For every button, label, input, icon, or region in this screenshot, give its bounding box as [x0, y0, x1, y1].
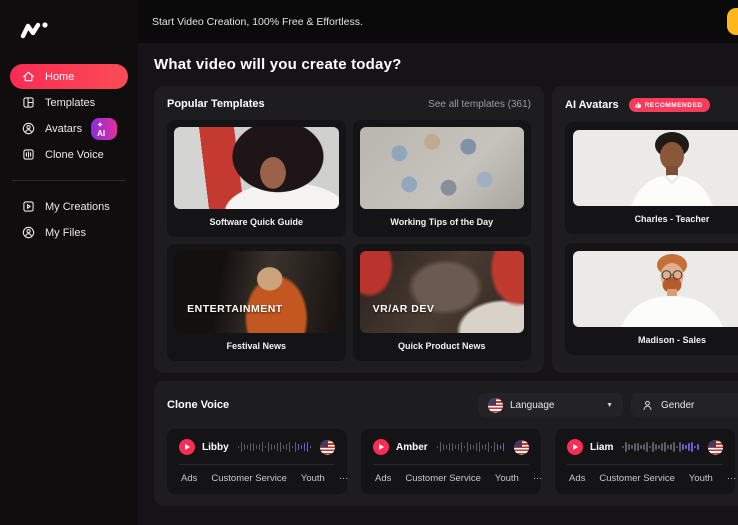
template-title: Working Tips of the Day — [360, 209, 525, 237]
templates-icon — [21, 95, 36, 110]
language-dropdown-label: Language — [510, 400, 555, 411]
play-button[interactable] — [373, 439, 389, 455]
thumbnail-overlay-text: ENTERTAINMENT — [187, 303, 283, 315]
voice-name: Libby — [202, 442, 229, 453]
template-card[interactable]: ENTERTAINMENT Festival News — [167, 244, 346, 361]
template-thumbnail-vr-headset: VR/AR DEV — [360, 251, 525, 333]
play-button[interactable] — [179, 439, 195, 455]
popular-templates-title: Popular Templates — [167, 98, 265, 110]
avatar-card[interactable]: Madison - Sales — [565, 243, 738, 355]
content: What video will you create today? Popula… — [138, 43, 738, 525]
sidebar-item-my-creations[interactable]: My Creations — [10, 194, 128, 219]
voice-tag[interactable]: Youth — [689, 473, 713, 484]
avatar-illustration — [573, 130, 738, 206]
my-files-icon — [21, 225, 36, 240]
logo-icon — [18, 17, 52, 43]
voice-waveform — [622, 440, 699, 454]
avatar-illustration — [573, 251, 738, 327]
person-icon — [641, 399, 654, 412]
sidebar-item-my-files[interactable]: My Files — [10, 220, 128, 245]
voice-tag[interactable]: Customer Service — [405, 473, 481, 484]
template-title: Software Quick Guide — [174, 209, 339, 237]
page-title: What video will you create today? — [154, 56, 738, 73]
app-logo — [18, 16, 138, 44]
clone-voice-icon — [21, 147, 36, 162]
more-tags-button[interactable]: ··· — [533, 473, 543, 484]
template-card[interactable]: Working Tips of the Day — [353, 120, 532, 237]
us-flag-icon — [320, 440, 335, 455]
upgrade-button[interactable] — [727, 8, 738, 35]
voice-waveform — [238, 440, 311, 454]
voice-tag[interactable]: Youth — [495, 473, 519, 484]
thumbnail-overlay-text: VR/AR DEV — [373, 303, 435, 315]
voice-card[interactable]: Amber Ads Customer Service Youth ··· — [361, 429, 541, 494]
avatar-photo-madison — [573, 251, 738, 327]
top-banner: Start Video Creation, 100% Free & Effort… — [138, 0, 738, 43]
sidebar-item-clone-voice[interactable]: Clone Voice — [10, 142, 128, 167]
sidebar-item-templates[interactable]: Templates — [10, 90, 128, 115]
clone-voice-panel: Clone Voice Language ▼ Gender — [154, 381, 738, 506]
sidebar-item-home[interactable]: Home — [10, 64, 128, 89]
voice-waveform — [437, 440, 505, 454]
sidebar-item-avatars[interactable]: Avatars AI — [10, 116, 128, 141]
voice-tag[interactable]: Ads — [181, 473, 197, 484]
ai-avatars-panel: AI Avatars RECOMMENDED — [552, 86, 738, 373]
sidebar-item-label: Home — [45, 71, 74, 83]
voice-name: Liam — [590, 442, 613, 453]
thumbs-up-icon — [634, 101, 642, 109]
avatar-name: Madison - Sales — [573, 327, 738, 355]
clone-voice-title: Clone Voice — [167, 399, 229, 411]
voice-tag[interactable]: Youth — [301, 473, 325, 484]
voice-card[interactable]: Liam Ads Customer Service Youth ··· — [555, 429, 735, 494]
template-thumbnail-group-meeting — [360, 127, 525, 209]
avatar-photo-charles — [573, 130, 738, 206]
home-icon — [21, 69, 36, 84]
popular-templates-panel: Popular Templates See all templates (361… — [154, 86, 544, 373]
avatars-icon — [21, 121, 36, 136]
avatar-name: Charles - Teacher — [573, 206, 738, 234]
main-area: Start Video Creation, 100% Free & Effort… — [138, 0, 738, 525]
us-flag-icon — [708, 440, 723, 455]
promo-text: Start Video Creation, 100% Free & Effort… — [152, 16, 363, 28]
us-flag-icon — [488, 398, 503, 413]
template-title: Festival News — [174, 333, 339, 361]
template-title: Quick Product News — [360, 333, 525, 361]
more-tags-button[interactable]: ··· — [339, 473, 349, 484]
template-thumbnail-woman-red-stripes — [174, 127, 339, 209]
voice-tag[interactable]: Ads — [569, 473, 585, 484]
voice-card[interactable]: Libby Ads Customer Service Youth ··· — [167, 429, 347, 494]
chevron-down-icon: ▼ — [606, 402, 613, 409]
voice-tag[interactable]: Ads — [375, 473, 391, 484]
gender-dropdown[interactable]: Gender — [631, 393, 738, 417]
voice-tag[interactable]: Customer Service — [599, 473, 675, 484]
template-card[interactable]: Software Quick Guide — [167, 120, 346, 237]
sidebar-item-label: Templates — [45, 97, 95, 109]
my-creations-icon — [21, 199, 36, 214]
sidebar-item-label: Clone Voice — [45, 149, 104, 161]
play-button[interactable] — [567, 439, 583, 455]
sidebar: Home Templates Avatars AI Clone Voice — [0, 0, 138, 525]
recommended-badge: RECOMMENDED — [629, 98, 711, 112]
see-all-templates-link[interactable]: See all templates (361) — [428, 99, 531, 110]
sidebar-item-label: My Creations — [45, 201, 110, 213]
template-card[interactable]: VR/AR DEV Quick Product News — [353, 244, 532, 361]
ai-badge: AI — [91, 118, 117, 140]
more-tags-button[interactable]: ··· — [727, 473, 737, 484]
voice-tag[interactable]: Customer Service — [211, 473, 287, 484]
sidebar-item-label: My Files — [45, 227, 86, 239]
gender-dropdown-label: Gender — [661, 400, 694, 411]
language-dropdown[interactable]: Language ▼ — [478, 393, 623, 417]
app-window: Home Templates Avatars AI Clone Voice — [0, 0, 738, 525]
template-thumbnail-entertainment: ENTERTAINMENT — [174, 251, 339, 333]
ai-avatars-title: AI Avatars — [565, 99, 619, 111]
sidebar-item-label: Avatars — [45, 123, 82, 135]
us-flag-icon — [514, 440, 529, 455]
avatar-card[interactable]: Charles - Teacher — [565, 122, 738, 234]
sidebar-divider — [12, 180, 126, 181]
voice-name: Amber — [396, 442, 428, 453]
recommended-badge-label: RECOMMENDED — [645, 102, 703, 109]
